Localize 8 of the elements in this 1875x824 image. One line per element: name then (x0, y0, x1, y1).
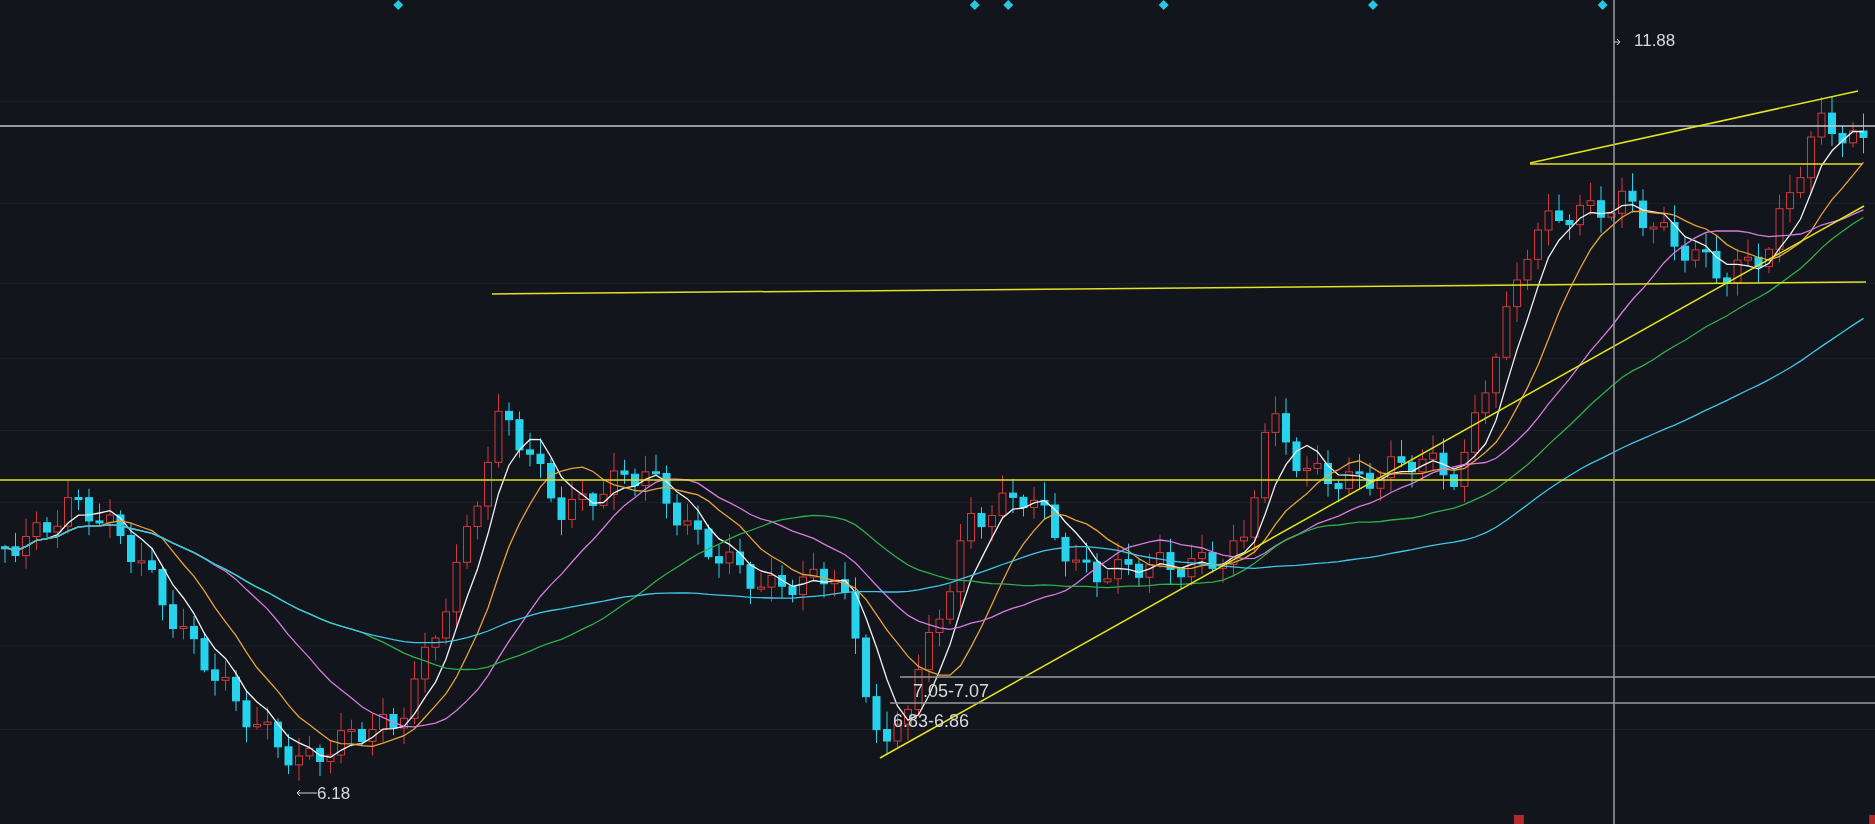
diamond-marker-icon (1597, 0, 1608, 10)
diamond-marker-icon (1368, 0, 1378, 10)
diamond-marker-icon (1003, 0, 1014, 10)
marker-icon (1869, 815, 1875, 824)
diamond-marker-icon (969, 0, 980, 10)
diamond-marker-icon (1158, 0, 1169, 10)
diamond-marker-icon (393, 0, 404, 10)
marker-icon (1513, 815, 1524, 824)
